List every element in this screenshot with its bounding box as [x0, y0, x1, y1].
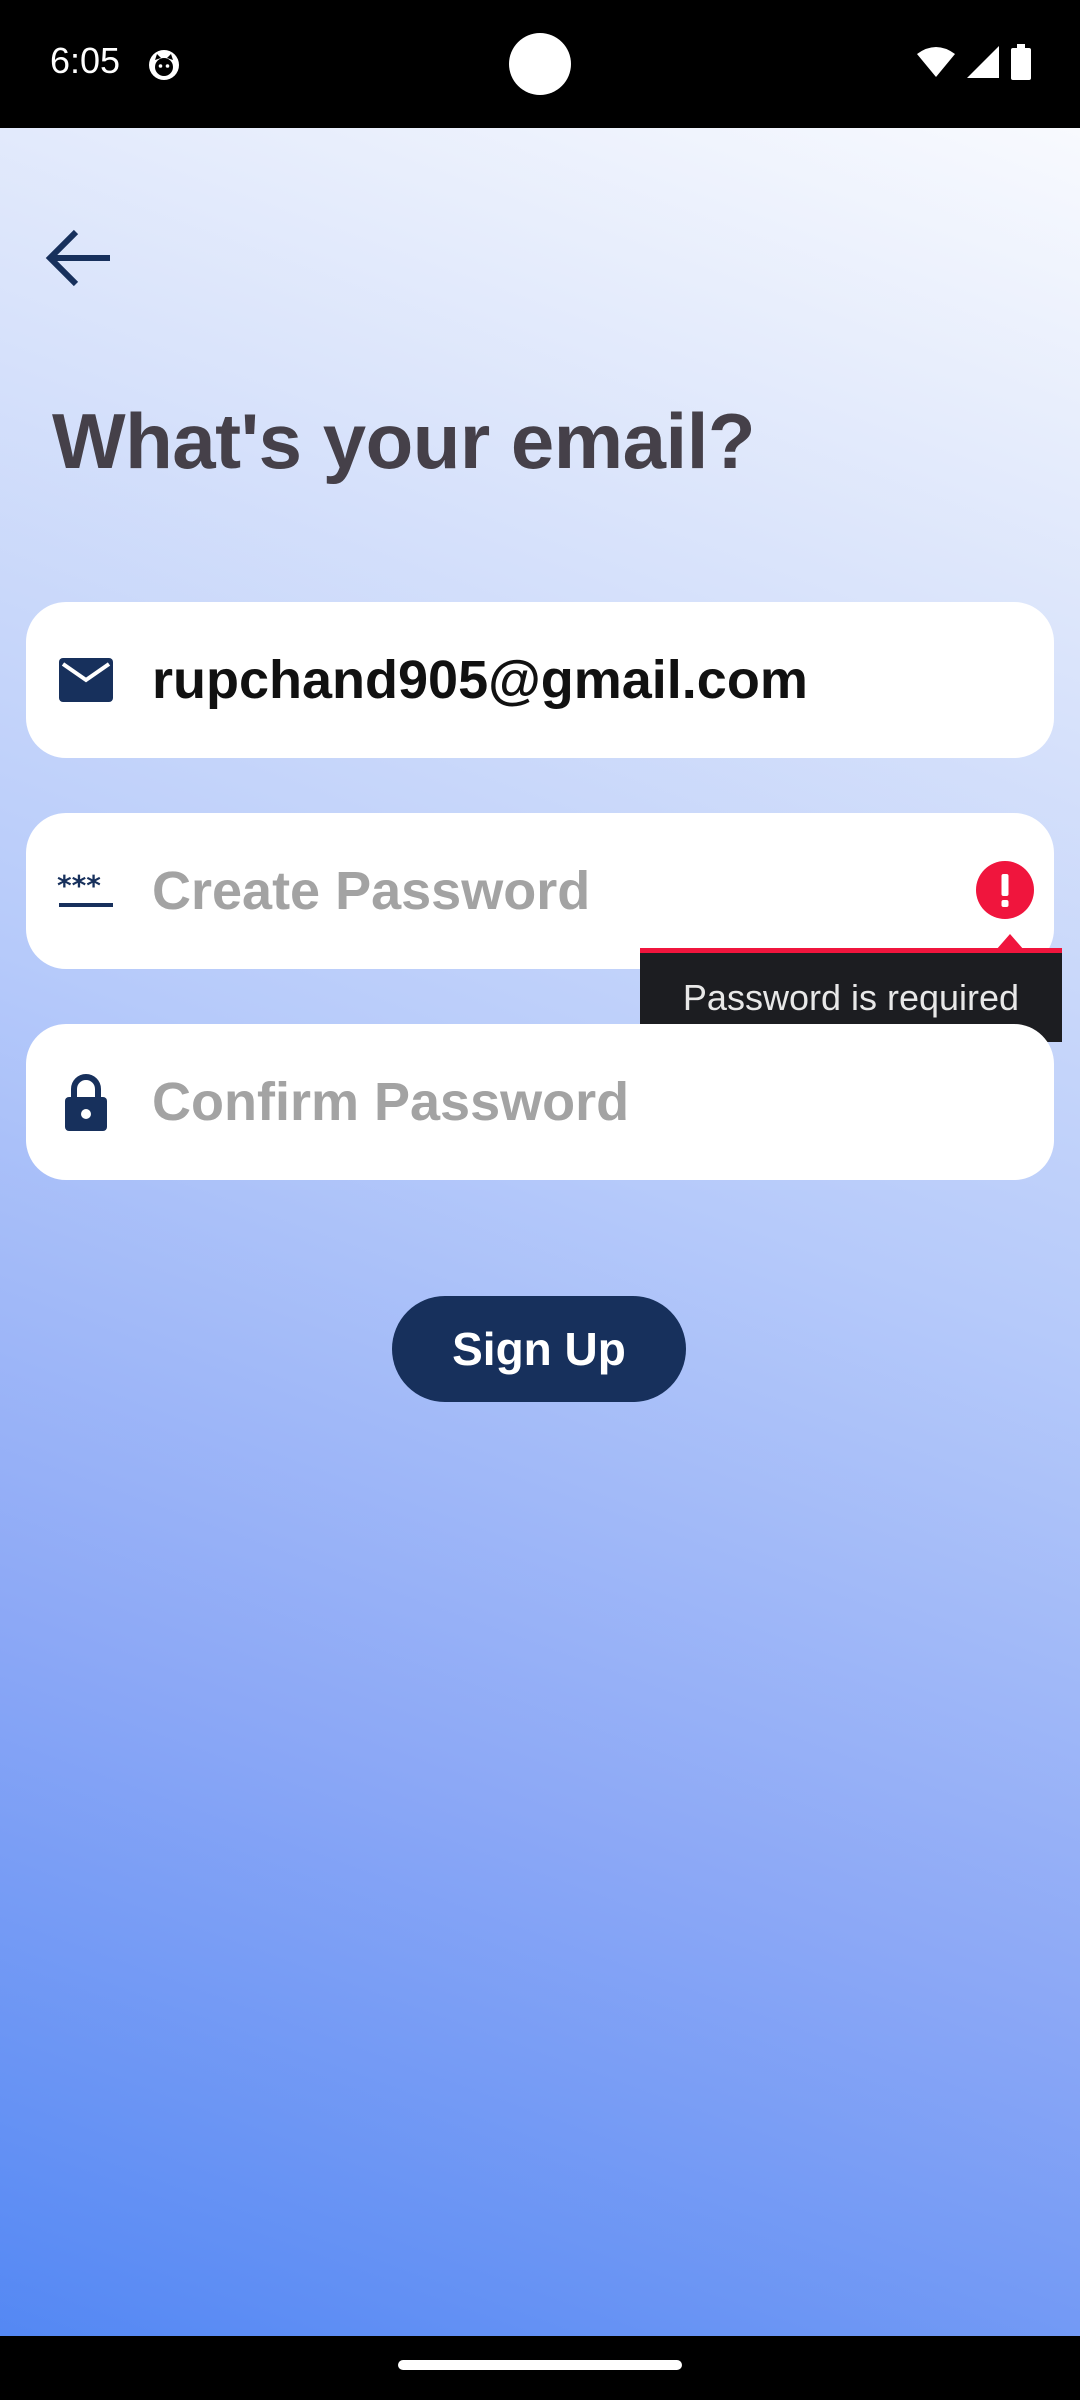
- arrow-back-icon: [40, 220, 116, 301]
- confirm-password-input[interactable]: [136, 1024, 956, 1180]
- back-button[interactable]: [36, 218, 120, 302]
- status-bar: 6:05: [0, 0, 1080, 128]
- mail-icon: [50, 646, 122, 714]
- status-icons: [916, 44, 1032, 85]
- home-indicator[interactable]: [398, 2360, 682, 2370]
- camera-cutout: [509, 33, 571, 95]
- svg-text:***: ***: [57, 873, 101, 902]
- signup-screen: 6:05 What's your email? rupchand905@gmai…: [0, 0, 1080, 2400]
- lock-icon: [50, 1068, 122, 1136]
- status-time: 6:05: [50, 40, 121, 81]
- confirm-password-field[interactable]: [26, 1024, 1054, 1180]
- create-password-input[interactable]: [136, 813, 916, 969]
- error-message: Password is required: [682, 976, 1020, 1018]
- sign-up-button[interactable]: Sign Up: [392, 1296, 686, 1402]
- email-input[interactable]: [136, 602, 956, 758]
- battery-icon: [1010, 44, 1032, 85]
- error-icon[interactable]: [976, 861, 1034, 919]
- navigation-bar: [0, 2336, 1080, 2400]
- cat-notification-icon: [146, 46, 182, 82]
- password-dots-icon: ***: [50, 857, 122, 925]
- email-field[interactable]: [26, 602, 1054, 758]
- wifi-icon: [916, 46, 956, 83]
- signal-icon: [966, 45, 1000, 84]
- page-title: What's your email?: [52, 397, 756, 485]
- create-password-field[interactable]: ***: [26, 813, 1054, 969]
